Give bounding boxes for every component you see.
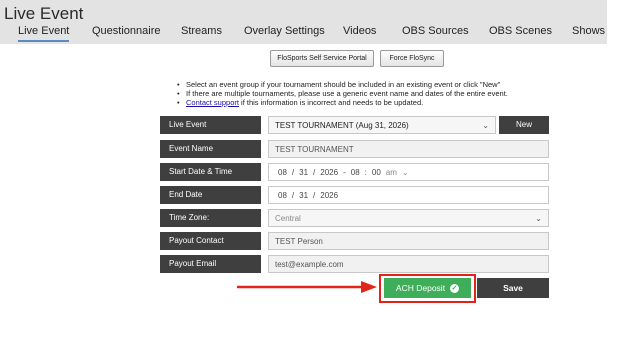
end-date-input[interactable]: 08/31/2026: [268, 186, 549, 204]
force-flosync-button[interactable]: Force FloSync: [380, 50, 444, 67]
tab-videos[interactable]: Videos: [343, 25, 376, 37]
new-event-button[interactable]: New: [499, 116, 549, 134]
tab-obs-sources[interactable]: OBS Sources: [402, 25, 469, 37]
arrow-right-icon: [237, 281, 377, 293]
end-date-label: End Date: [160, 186, 261, 204]
tab-streams[interactable]: Streams: [181, 25, 222, 37]
live-event-select[interactable]: TEST TOURNAMENT (Aug 31, 2026) ⌄: [268, 116, 496, 134]
chevron-down-icon: ⌄: [535, 214, 542, 223]
contact-support-link[interactable]: Contact support: [186, 98, 239, 107]
header-bar: Live Event Live Event Questionnaire Stre…: [0, 0, 607, 44]
timezone-value: Central: [275, 214, 301, 223]
instruction-item: If there are multiple tournaments, pleas…: [177, 89, 508, 98]
live-event-label: Live Event: [160, 116, 261, 134]
event-name-input[interactable]: TEST TOURNAMENT: [268, 140, 549, 158]
event-name-label: Event Name: [160, 140, 261, 158]
live-event-value: TEST TOURNAMENT (Aug 31, 2026): [275, 121, 409, 130]
page-title: Live Event: [4, 4, 84, 23]
timezone-label: Time Zone:: [160, 209, 261, 227]
payout-contact-label: Payout Contact: [160, 232, 261, 250]
instruction-item: Contact support if this information is i…: [177, 98, 508, 107]
payout-email-input[interactable]: test@example.com: [268, 255, 549, 273]
tab-questionnaire[interactable]: Questionnaire: [92, 25, 161, 37]
tab-bar: Live Event Questionnaire Streams Overlay…: [0, 25, 607, 44]
start-date-label: Start Date & Time: [160, 163, 261, 181]
save-button[interactable]: Save: [477, 278, 549, 298]
timezone-select[interactable]: Central ⌄: [268, 209, 549, 227]
tab-overlay-settings[interactable]: Overlay Settings: [244, 25, 325, 37]
chevron-down-icon: ⌄: [401, 168, 409, 177]
chevron-down-icon: ⌄: [482, 121, 489, 130]
payout-email-label: Payout Email: [160, 255, 261, 273]
tab-obs-scenes[interactable]: OBS Scenes: [489, 25, 552, 37]
ach-deposit-button[interactable]: ACH Deposit ✓: [384, 278, 471, 298]
tab-shows[interactable]: Shows: [572, 25, 605, 37]
flosports-portal-button[interactable]: FloSports Self Service Portal: [270, 50, 374, 67]
instructions-list: Select an event group if your tournament…: [177, 80, 508, 107]
payout-contact-input[interactable]: TEST Person: [268, 232, 549, 250]
start-datetime-input[interactable]: 08/31/2026-08:00 am ⌄: [268, 163, 549, 181]
instruction-item: Select an event group if your tournament…: [177, 80, 508, 89]
check-circle-icon: ✓: [450, 284, 460, 294]
tab-live-event[interactable]: Live Event: [18, 25, 70, 42]
